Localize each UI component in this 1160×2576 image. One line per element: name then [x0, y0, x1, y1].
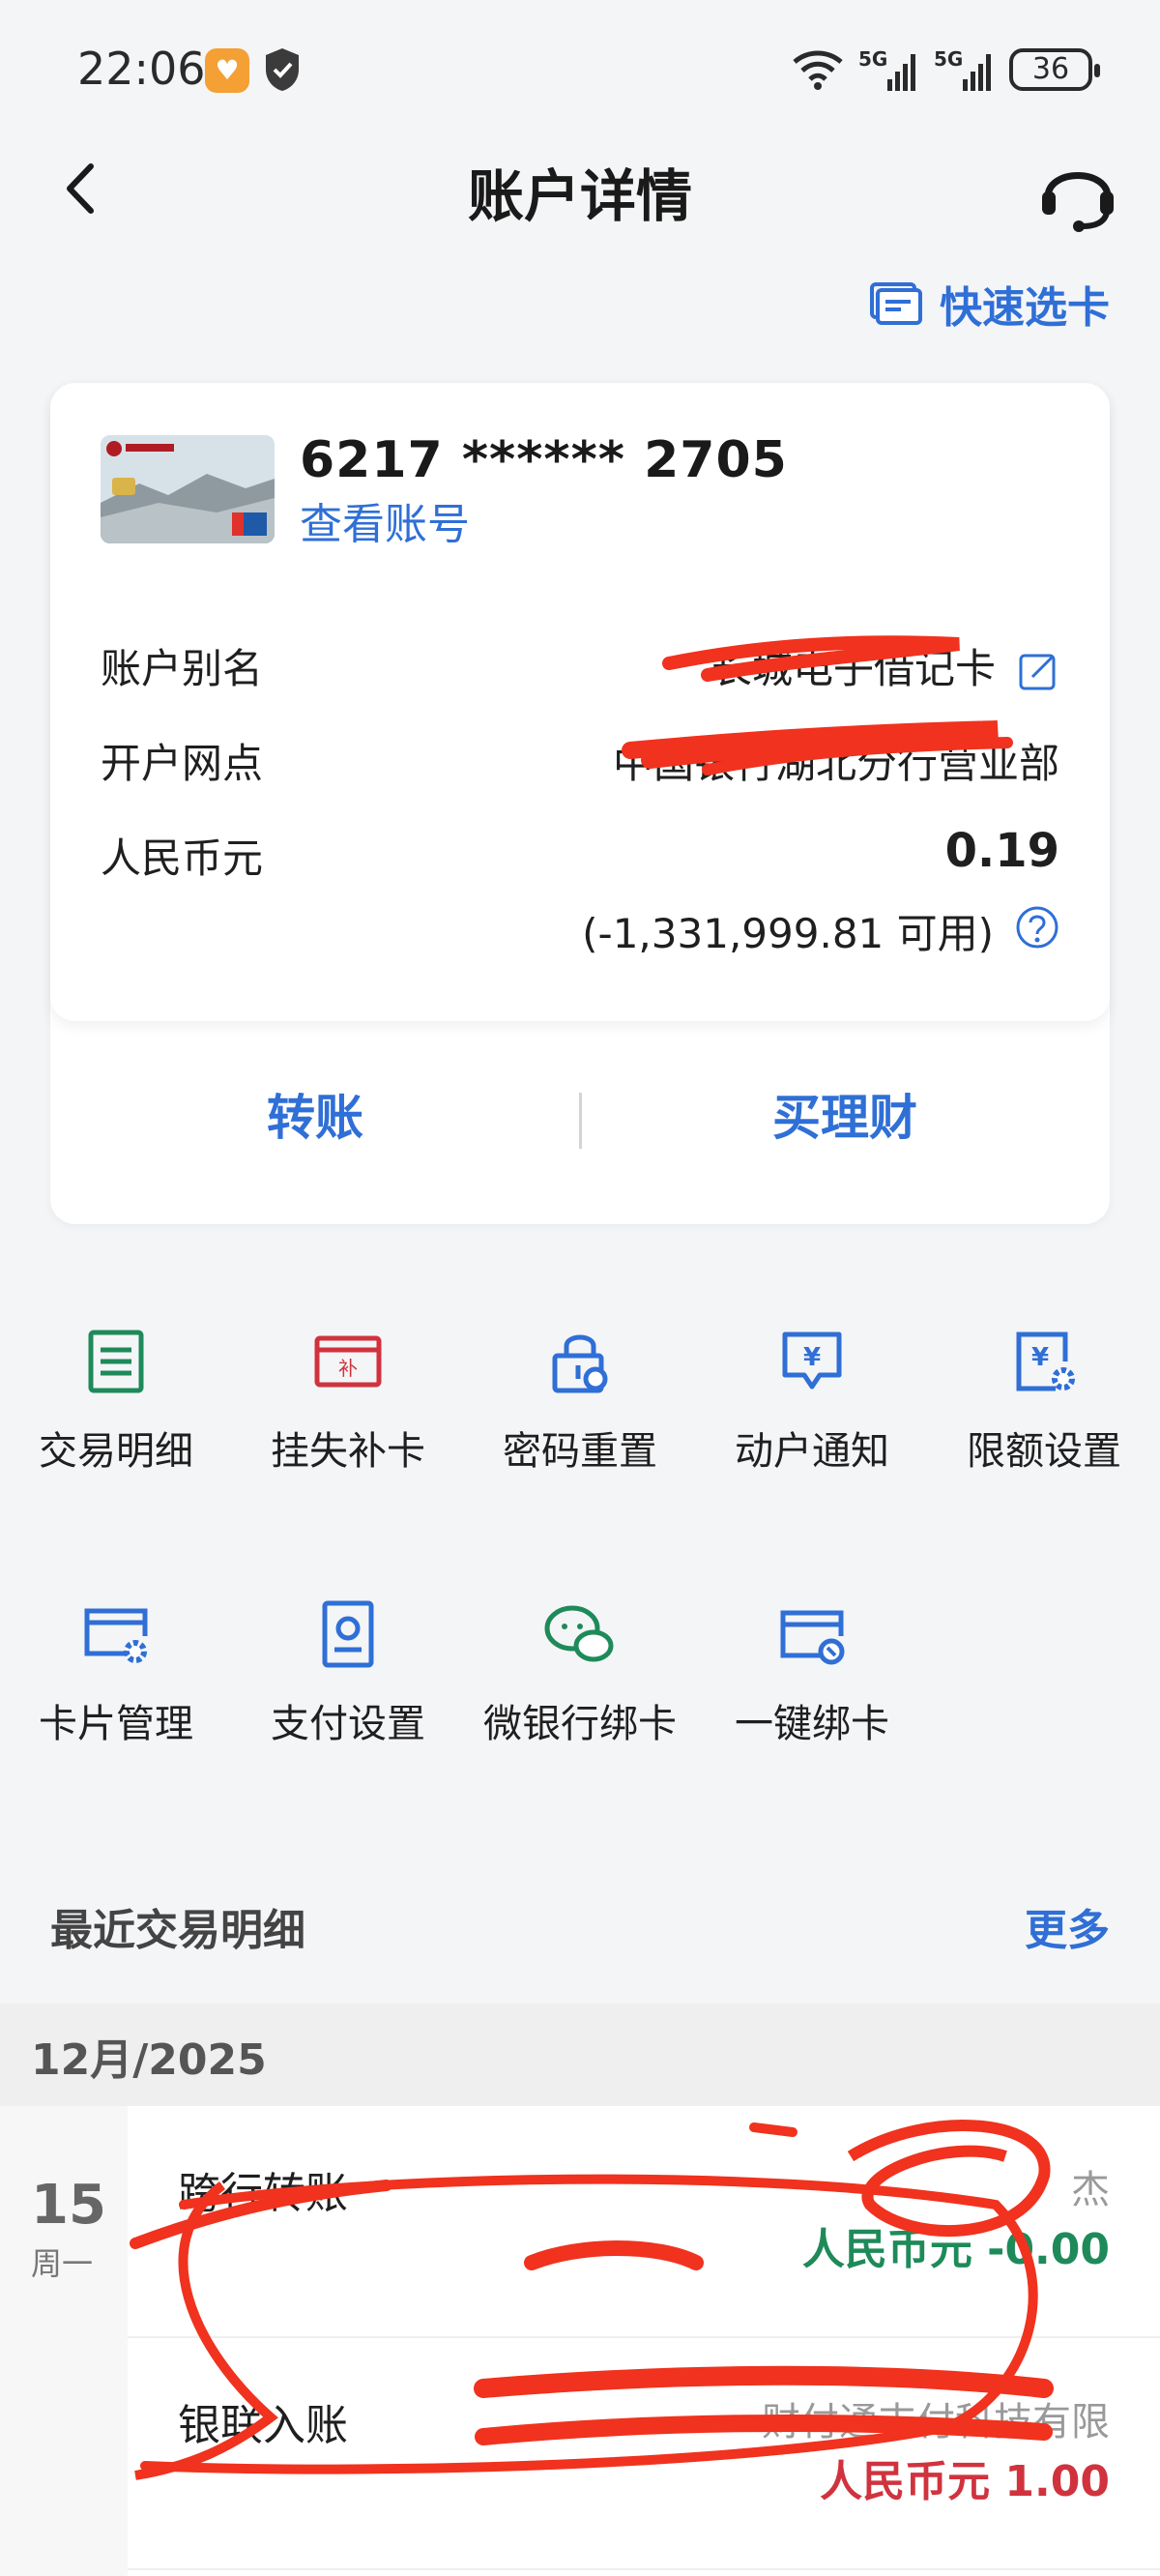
transaction-counterparty: 财付通支付科技有限: [762, 2400, 1110, 2444]
svg-text:补: 补: [338, 1357, 358, 1380]
transaction-counterparty: 杰: [1071, 2168, 1110, 2212]
one-click-bind-icon: [780, 1610, 845, 1665]
report-loss-icon: 补: [314, 1335, 382, 1388]
bank-card-image: [101, 435, 275, 543]
service-label: 微银行绑卡: [483, 1702, 677, 1746]
service-transaction-details[interactable]: 交易明细: [0, 1327, 232, 1520]
service-payment-settings[interactable]: 支付设置: [232, 1599, 464, 1793]
help-icon[interactable]: [1015, 905, 1059, 950]
alias-label: 账户别名: [101, 645, 264, 692]
transaction-amount: 人民币元 1.00: [820, 2457, 1110, 2506]
month-bar: 12月/2025: [0, 2004, 1160, 2106]
system-icons: 5G 5G 36: [791, 44, 1100, 95]
service-report-loss[interactable]: 补 挂失补卡: [232, 1327, 464, 1520]
transaction-type: 银联入账: [178, 2401, 348, 2450]
svg-text:5G: 5G: [934, 47, 963, 71]
wechat-bind-icon: [544, 1605, 614, 1662]
transaction-amount: 人民币元 -0.00: [801, 2225, 1110, 2274]
service-label: 一键绑卡: [735, 1702, 889, 1746]
account-card: 6217 ****** 2705 查看账号 账户别名 长城电子借记卡 开户网点 …: [50, 383, 1110, 1224]
notify-icon: ¥: [782, 1332, 842, 1390]
recent-transactions-title: 最近交易明细: [50, 1906, 305, 1955]
account-info-panel: 6217 ****** 2705 查看账号 账户别名 长城电子借记卡 开户网点 …: [50, 383, 1110, 1021]
service-account-notify[interactable]: ¥ 动户通知: [696, 1327, 928, 1520]
svg-text:¥: ¥: [1031, 1343, 1049, 1372]
transfer-button[interactable]: 转账: [170, 1079, 460, 1149]
customer-service-icon[interactable]: [1034, 149, 1121, 236]
service-label: 限额设置: [967, 1429, 1121, 1474]
quick-select-label: 快速选卡: [940, 283, 1110, 333]
nav-bar: 账户详情: [0, 135, 1160, 242]
alias-value: 长城电子借记卡: [710, 645, 996, 692]
account-balance: 0.19: [944, 824, 1059, 878]
heart-app-icon: ♥: [205, 48, 249, 93]
currency-label: 人民币元: [101, 834, 264, 882]
service-limit-settings[interactable]: ¥ 限额设置: [928, 1327, 1160, 1520]
date-column: 15 周一: [0, 2106, 128, 2576]
more-link[interactable]: 更多: [1025, 1895, 1110, 1957]
battery-indicator: 36: [1009, 48, 1100, 91]
service-label: 动户通知: [735, 1429, 889, 1474]
lock-reset-icon: [552, 1334, 608, 1393]
payment-settings-icon: [322, 1600, 374, 1668]
card-switch-icon: [870, 282, 922, 325]
transaction-list: 15 周一 跨行转账 杰 人民币元 -0.00 银联入账 财付通支付科技有限 人…: [0, 2106, 1160, 2576]
service-label: 支付设置: [271, 1702, 425, 1746]
edit-icon[interactable]: [1017, 650, 1059, 692]
svg-text:5G: 5G: [858, 47, 887, 71]
shield-icon: [266, 48, 299, 91]
wifi-icon: [793, 50, 843, 90]
action-divider: [579, 1093, 582, 1149]
list-icon: [88, 1330, 144, 1393]
svg-text:¥: ¥: [803, 1343, 821, 1372]
day-number: 15: [31, 2174, 106, 2237]
available-balance: (-1,331,999.81 可用): [582, 910, 994, 957]
month-label: 12月/2025: [31, 2035, 267, 2085]
view-account-link[interactable]: 查看账号: [300, 489, 470, 551]
limit-settings-icon: ¥: [1016, 1332, 1075, 1391]
status-bar: 22:06 ♥ 5G 5G 36: [0, 0, 1160, 135]
service-one-click-bind[interactable]: 一键绑卡: [696, 1599, 928, 1793]
service-label: 挂失补卡: [271, 1429, 425, 1474]
service-password-reset[interactable]: 密码重置: [464, 1327, 696, 1520]
card-manage-icon: [84, 1608, 148, 1663]
page-title: 账户详情: [467, 163, 692, 229]
branch-label: 开户网点: [101, 740, 264, 787]
quick-select-card-button[interactable]: 快速选卡: [868, 273, 1110, 335]
service-wechat-bind[interactable]: 微银行绑卡: [464, 1599, 696, 1793]
transaction-type: 跨行转账: [178, 2169, 348, 2218]
service-label: 交易明细: [39, 1429, 193, 1474]
status-time: 22:06: [77, 43, 206, 95]
transaction-row[interactable]: 银联入账 财付通支付科技有限 人民币元 1.00: [128, 2338, 1160, 2570]
buy-wealth-button[interactable]: 买理财: [700, 1079, 990, 1149]
branch-value: 中国银行湖北分行营业部: [612, 740, 1059, 787]
card-number: 6217 ****** 2705: [300, 431, 788, 489]
weekday: 周一: [31, 2245, 94, 2282]
signal-5g-icon-1: 5G: [858, 47, 915, 91]
service-label: 密码重置: [503, 1429, 657, 1474]
service-label: 卡片管理: [39, 1702, 193, 1746]
signal-5g-icon-2: 5G: [934, 47, 991, 91]
service-card-manage[interactable]: 卡片管理: [0, 1599, 232, 1793]
transaction-row[interactable]: 跨行转账 杰 人民币元 -0.00: [128, 2106, 1160, 2338]
